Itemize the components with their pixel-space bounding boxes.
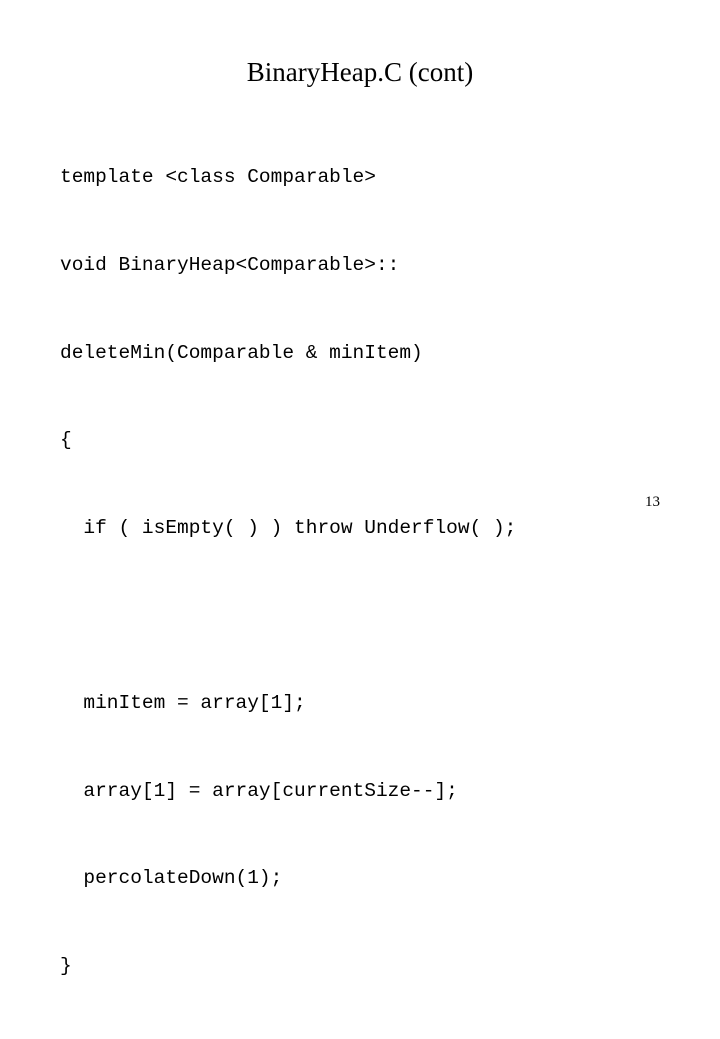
code-line: if ( isEmpty( ) ) throw Underflow( ); [60, 516, 517, 539]
code-block: template <class Comparable> void BinaryH… [60, 105, 680, 1039]
code-line: void BinaryHeap<Comparable>:: [60, 254, 400, 276]
page-number: 13 [645, 494, 660, 510]
code-line: template <class Comparable> [60, 166, 376, 189]
code-line: deleteMin(Comparable & minItem) [60, 341, 423, 364]
code-line: minItem = array[1]; [60, 691, 306, 714]
code-line: array[1] = array[currentSize--]; [60, 779, 458, 802]
code-line: { [60, 429, 72, 452]
slide-title: BinaryHeap.C (cont) [246, 57, 474, 87]
code-line: percolateDown(1); [60, 867, 283, 890]
code-line: } [60, 954, 72, 977]
slide-canvas: BinaryHeap.C (cont) template <class Comp… [0, 0, 720, 977]
